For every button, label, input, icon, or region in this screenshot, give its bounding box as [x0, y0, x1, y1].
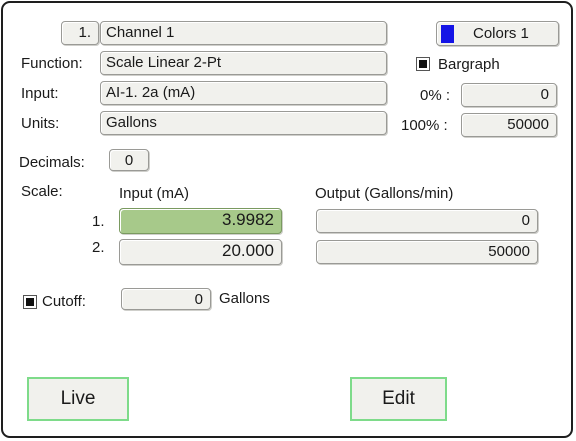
range-zero-field[interactable]: 0: [461, 83, 557, 107]
scale-row1-input-field[interactable]: 3.9982: [119, 208, 282, 234]
cutoff-label: Cutoff:: [42, 293, 86, 310]
scale-row2-output-field[interactable]: 50000: [316, 240, 538, 264]
input-label: Input:: [21, 85, 59, 102]
range-full-field[interactable]: 50000: [461, 113, 557, 137]
units-label: Units:: [21, 115, 60, 132]
scale-row2-input-field[interactable]: 20.000: [119, 239, 282, 265]
cutoff-field[interactable]: 0: [121, 288, 211, 310]
colors-label: Colors 1: [473, 25, 529, 42]
range-zero-label: 0% :: [420, 87, 451, 104]
function-field[interactable]: Scale Linear 2-Pt: [100, 51, 387, 75]
decimals-label: Decimals:: [19, 154, 85, 171]
decimals-field[interactable]: 0: [109, 149, 149, 171]
color-swatch-icon: [441, 25, 454, 43]
scale-label: Scale:: [21, 183, 63, 200]
scale-row1-output-field[interactable]: 0: [316, 209, 538, 233]
input-source-field[interactable]: AI-1. 2a (mA): [100, 81, 387, 105]
channel-number-field[interactable]: 1.: [61, 21, 99, 45]
range-full-label: 100% :: [401, 117, 448, 134]
scale-row-index: 1.: [92, 213, 105, 230]
function-label: Function:: [21, 55, 83, 72]
cutoff-checkbox[interactable]: [23, 295, 37, 309]
bargraph-checkbox[interactable]: [416, 57, 430, 71]
channel-settings-panel: 1. Channel 1 Colors 1 Function: Scale Li…: [1, 1, 573, 438]
scale-row-index: 2.: [92, 239, 105, 256]
edit-button[interactable]: Edit: [350, 377, 447, 421]
bargraph-label: Bargraph: [438, 56, 500, 73]
scale-output-header: Output (Gallons/min): [315, 185, 454, 202]
colors-button[interactable]: Colors 1: [436, 21, 559, 46]
live-button[interactable]: Live: [27, 377, 129, 421]
cutoff-unit-label: Gallons: [219, 290, 270, 307]
scale-input-header: Input (mA): [119, 185, 190, 202]
units-field[interactable]: Gallons: [100, 111, 387, 135]
channel-name-field[interactable]: Channel 1: [100, 21, 387, 45]
